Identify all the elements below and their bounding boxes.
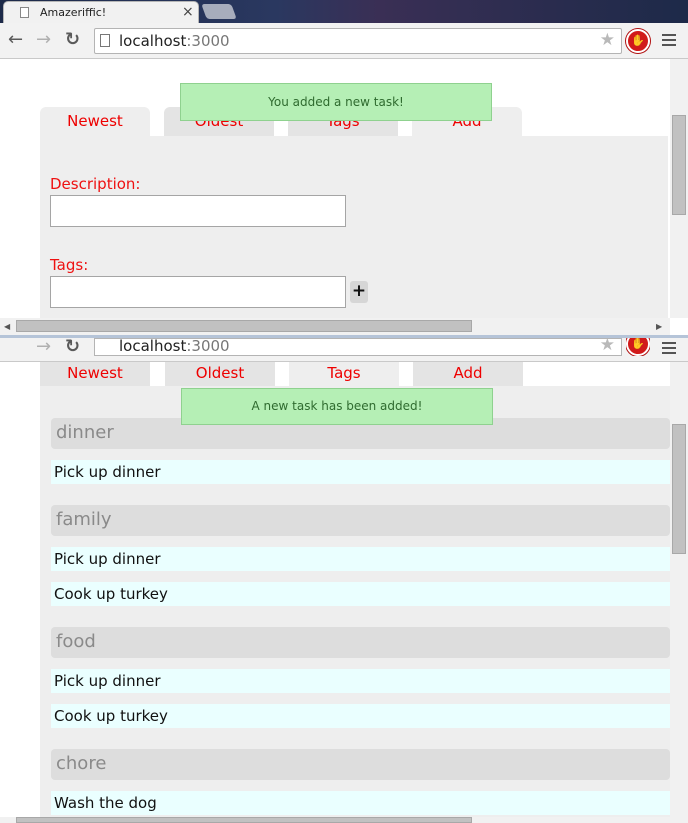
url-port: :3000	[186, 338, 230, 355]
bookmark-star-icon[interactable]: ★	[600, 30, 615, 50]
new-tab-button[interactable]	[201, 4, 237, 19]
tab-newest[interactable]: Newest	[40, 107, 150, 137]
url-host: localhost	[119, 338, 187, 355]
scrollbar-thumb[interactable]	[16, 817, 472, 823]
task-item: Cook up turkey	[51, 582, 670, 606]
page-icon	[20, 7, 29, 18]
tag-group-heading: food	[51, 627, 670, 658]
stop-extension-wrap: ✋	[626, 338, 650, 356]
address-bar[interactable]: localhost:3000 ★	[94, 28, 622, 54]
bookmark-star-icon[interactable]: ★	[600, 339, 615, 355]
url-text: localhost:3000	[119, 338, 230, 355]
notification-toast: A new task has been added!	[181, 388, 493, 425]
tag-group-heading: family	[51, 505, 670, 536]
tab-oldest[interactable]: Oldest	[165, 362, 275, 386]
reload-icon[interactable]: ↻	[65, 338, 80, 356]
tags-label: Tags:	[50, 256, 89, 274]
tab-tags[interactable]: Tags	[289, 362, 399, 386]
browser-tab-title: Amazeriffic!	[40, 6, 107, 19]
scrollbar-thumb[interactable]	[672, 115, 686, 215]
scroll-right-icon[interactable]: ▶	[656, 322, 662, 331]
url-host: localhost	[119, 32, 187, 50]
page-icon	[100, 34, 110, 47]
stop-extension-icon[interactable]: ✋	[626, 29, 650, 53]
stop-extension-icon[interactable]: ✋	[626, 338, 650, 356]
tab-close-icon[interactable]: ×	[182, 4, 194, 20]
task-item: Pick up dinner	[51, 547, 670, 571]
tag-group-heading: chore	[51, 749, 670, 780]
url-port: :3000	[186, 32, 230, 50]
task-item: Cook up turkey	[51, 704, 670, 728]
reload-icon[interactable]: ↻	[65, 31, 80, 49]
task-item: Pick up dinner	[51, 669, 670, 693]
horizontal-scrollbar[interactable]: ◀ ▶	[0, 318, 670, 335]
page-viewport-1: Newest Oldest Tags Add Description: Tags…	[0, 59, 688, 335]
tags-panel: dinner Pick up dinner family Pick up din…	[40, 386, 670, 823]
add-task-panel: Description: Tags: +	[40, 136, 668, 335]
notification-toast: You added a new task!	[180, 83, 492, 121]
vertical-scrollbar[interactable]	[670, 362, 688, 823]
horizontal-scrollbar[interactable]	[0, 817, 670, 823]
add-tag-button[interactable]: +	[350, 281, 368, 303]
task-item: Wash the dog	[51, 791, 670, 815]
description-input[interactable]	[50, 195, 346, 227]
menu-icon[interactable]	[662, 342, 676, 357]
tags-input[interactable]	[50, 276, 346, 308]
description-label: Description:	[50, 175, 141, 193]
tab-newest[interactable]: Newest	[40, 362, 150, 386]
tab-add[interactable]: Add	[413, 362, 523, 386]
scroll-left-icon[interactable]: ◀	[4, 322, 10, 331]
forward-icon[interactable]: →	[36, 338, 51, 356]
vertical-scrollbar[interactable]	[670, 59, 688, 318]
back-icon[interactable]: ←	[8, 31, 23, 49]
browser-tab[interactable]: Amazeriffic! ×	[3, 1, 199, 23]
scrollbar-thumb[interactable]	[16, 320, 472, 332]
forward-icon[interactable]: →	[36, 31, 51, 49]
task-item: Pick up dinner	[51, 460, 670, 484]
url-text: localhost:3000	[119, 32, 230, 50]
address-bar-2[interactable]: localhost:3000 ★	[94, 338, 622, 356]
page-viewport-2: Newest Oldest Tags Add dinner Pick up di…	[0, 362, 688, 823]
scrollbar-thumb[interactable]	[672, 424, 686, 554]
menu-icon[interactable]	[662, 34, 676, 49]
